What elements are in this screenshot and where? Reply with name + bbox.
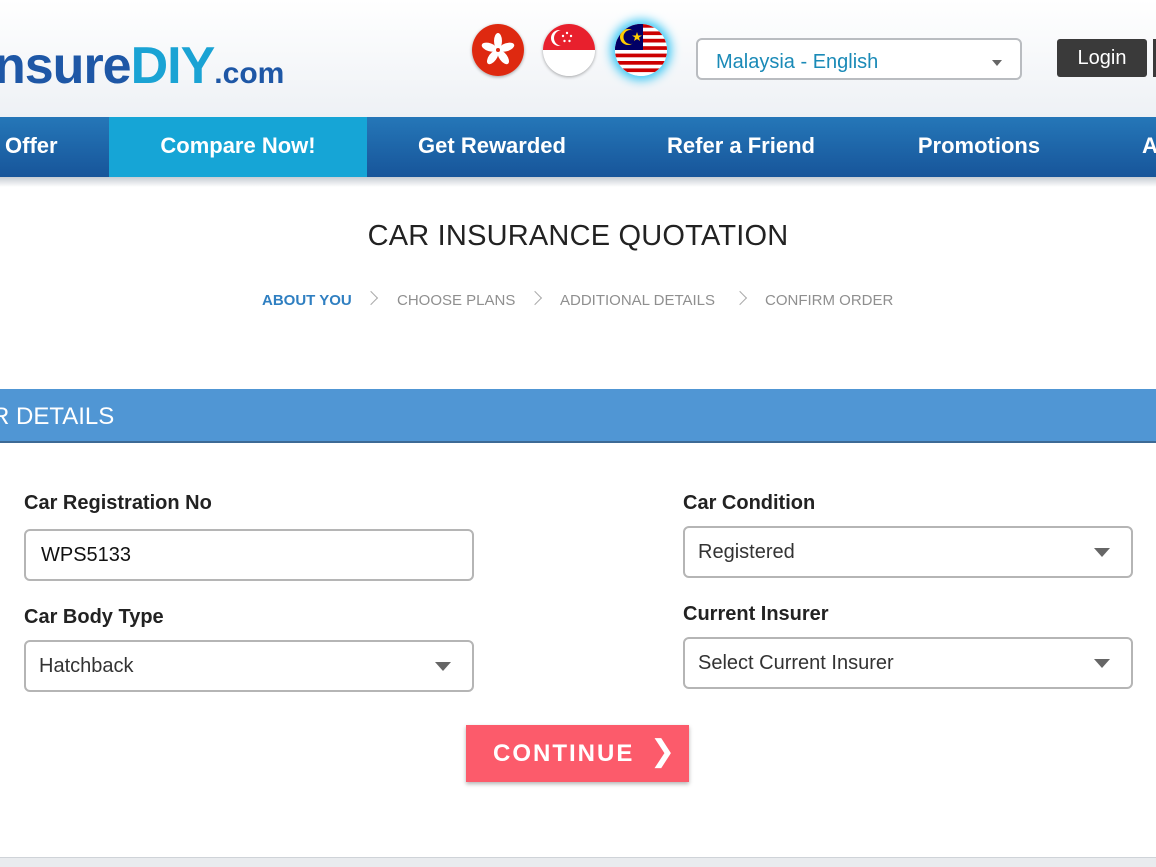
car-registration-value: WPS5133 xyxy=(41,544,132,566)
site-logo[interactable]: nsureDIY.com xyxy=(0,36,284,104)
section-title: R DETAILS xyxy=(0,403,115,430)
continue-button-label: CONTINUE xyxy=(493,740,635,767)
car-body-type-label: Car Body Type xyxy=(24,606,164,628)
current-insurer-value: Select Current Insurer xyxy=(698,652,894,674)
main-nav: Offer Compare Now! Get Rewarded Refer a … xyxy=(0,117,1156,177)
car-registration-input[interactable]: WPS5133 xyxy=(24,529,474,581)
malaysia-flag-icon[interactable] xyxy=(615,24,667,76)
car-body-type-value: Hatchback xyxy=(39,655,134,677)
chevron-down-icon xyxy=(1094,659,1110,668)
step-confirm-order: CONFIRM ORDER xyxy=(765,292,894,309)
nav-shadow xyxy=(0,177,1156,187)
car-condition-label: Car Condition xyxy=(683,492,816,514)
footer-divider xyxy=(0,857,1156,867)
car-condition-select[interactable]: Registered xyxy=(683,526,1133,578)
chevron-right-icon xyxy=(527,290,543,306)
hong-kong-flag-icon[interactable] xyxy=(472,24,524,76)
language-select[interactable]: Malaysia - English xyxy=(696,38,1022,80)
progress-steps: ABOUT YOU CHOOSE PLANS ADDITIONAL DETAIL… xyxy=(0,290,1156,311)
chevron-right-icon xyxy=(732,290,748,306)
singapore-flag-icon[interactable] xyxy=(543,24,595,76)
chevron-down-icon xyxy=(435,662,451,671)
nav-item-offer[interactable]: Offer xyxy=(5,117,75,177)
step-additional-details: ADDITIONAL DETAILS xyxy=(560,292,716,309)
nav-item-get-rewarded[interactable]: Get Rewarded xyxy=(395,117,589,177)
section-header: R DETAILS xyxy=(0,389,1156,443)
nav-item-compare-now[interactable]: Compare Now! xyxy=(109,117,367,177)
current-insurer-select[interactable]: Select Current Insurer xyxy=(683,637,1133,689)
nav-item-promotions[interactable]: Promotions xyxy=(893,117,1065,177)
step-choose-plans: CHOOSE PLANS xyxy=(397,292,516,309)
site-header: nsureDIY.com Malaysia - English Login xyxy=(0,0,1156,117)
step-about-you: ABOUT YOU xyxy=(262,292,352,309)
chevron-down-icon xyxy=(1094,548,1110,557)
nav-item-truncated[interactable]: A xyxy=(1142,117,1156,177)
continue-button[interactable]: CONTINUE ❯ xyxy=(466,725,689,782)
language-select-value: Malaysia - English xyxy=(716,51,879,73)
login-button[interactable]: Login xyxy=(1057,39,1147,77)
chevron-down-icon xyxy=(992,60,1002,66)
page-title: CAR INSURANCE QUOTATION xyxy=(367,220,789,252)
car-registration-label: Car Registration No xyxy=(24,492,212,514)
car-body-type-select[interactable]: Hatchback xyxy=(24,640,474,692)
current-insurer-label: Current Insurer xyxy=(683,603,829,625)
chevron-right-icon xyxy=(363,290,379,306)
car-condition-value: Registered xyxy=(698,541,795,563)
nav-item-refer-a-friend[interactable]: Refer a Friend xyxy=(645,117,837,177)
chevron-right-icon: ❯ xyxy=(650,735,676,768)
